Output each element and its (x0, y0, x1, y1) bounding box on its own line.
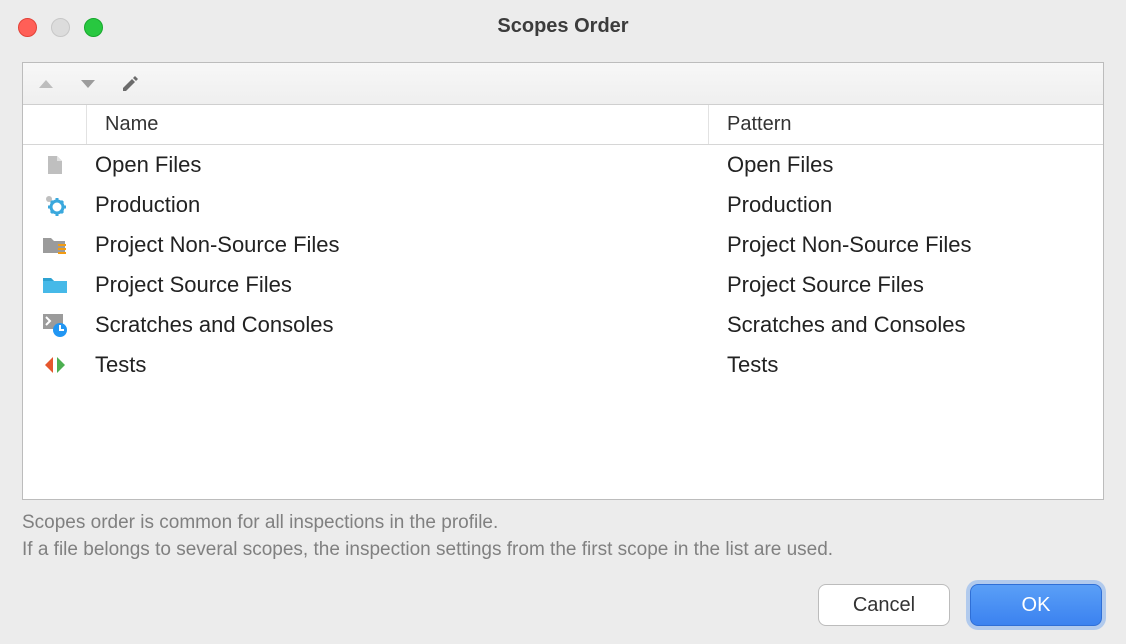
arrow-up-icon (37, 78, 55, 90)
close-window-button[interactable] (18, 18, 37, 37)
row-icon-cell (23, 193, 87, 217)
table-row[interactable]: Production Production (23, 185, 1103, 225)
dialog-footer: Cancel OK (0, 566, 1126, 644)
window-controls (18, 18, 103, 37)
row-name: Scratches and Consoles (87, 312, 709, 338)
row-name: Open Files (87, 152, 709, 178)
minimize-window-button[interactable] (51, 18, 70, 37)
content-area: Name Pattern Open Files Open Files (0, 52, 1126, 566)
toolbar (23, 63, 1103, 105)
row-icon-cell (23, 234, 87, 256)
row-icon-cell (23, 274, 87, 296)
table-header: Name Pattern (23, 105, 1103, 145)
column-name-label: Name (105, 113, 158, 136)
folder-list-icon (42, 234, 68, 256)
row-pattern: Production (709, 192, 1103, 218)
hint-line: If a file belongs to several scopes, the… (22, 537, 1104, 564)
row-pattern: Scratches and Consoles (709, 312, 1103, 338)
hint-line: Scopes order is common for all inspectio… (22, 510, 1104, 537)
row-icon-cell (23, 355, 87, 375)
row-pattern: Project Non-Source Files (709, 232, 1103, 258)
folder-icon (42, 274, 68, 296)
titlebar: Scopes Order (0, 0, 1126, 52)
console-clock-icon (42, 313, 68, 337)
dialog-title: Scopes Order (497, 15, 628, 38)
scopes-order-dialog: Scopes Order (0, 0, 1126, 644)
move-down-button[interactable] (71, 67, 105, 101)
gear-icon (43, 193, 67, 217)
ok-button[interactable]: OK (970, 584, 1102, 626)
scopes-panel: Name Pattern Open Files Open Files (22, 62, 1104, 500)
diff-icon (43, 355, 67, 375)
table-row[interactable]: Project Source Files Project Source File… (23, 265, 1103, 305)
row-pattern: Project Source Files (709, 272, 1103, 298)
hint-text: Scopes order is common for all inspectio… (22, 510, 1104, 563)
row-name: Tests (87, 352, 709, 378)
row-icon-cell (23, 313, 87, 337)
table-row[interactable]: Tests Tests (23, 345, 1103, 385)
table-row[interactable]: Open Files Open Files (23, 145, 1103, 185)
row-pattern: Open Files (709, 152, 1103, 178)
row-name: Project Non-Source Files (87, 232, 709, 258)
row-name: Project Source Files (87, 272, 709, 298)
column-name[interactable]: Name (87, 105, 709, 144)
column-pattern[interactable]: Pattern (709, 105, 1103, 144)
arrow-down-icon (79, 78, 97, 90)
table-row[interactable]: Project Non-Source Files Project Non-Sou… (23, 225, 1103, 265)
table-row[interactable]: Scratches and Consoles Scratches and Con… (23, 305, 1103, 345)
edit-button[interactable] (113, 67, 147, 101)
column-icon[interactable] (23, 105, 87, 144)
column-pattern-label: Pattern (727, 113, 791, 136)
cancel-button[interactable]: Cancel (818, 584, 950, 626)
pencil-icon (120, 74, 140, 94)
row-pattern: Tests (709, 352, 1103, 378)
table-body: Open Files Open Files (23, 145, 1103, 499)
row-icon-cell (23, 153, 87, 177)
move-up-button[interactable] (29, 67, 63, 101)
row-name: Production (87, 192, 709, 218)
maximize-window-button[interactable] (84, 18, 103, 37)
file-icon (43, 153, 67, 177)
